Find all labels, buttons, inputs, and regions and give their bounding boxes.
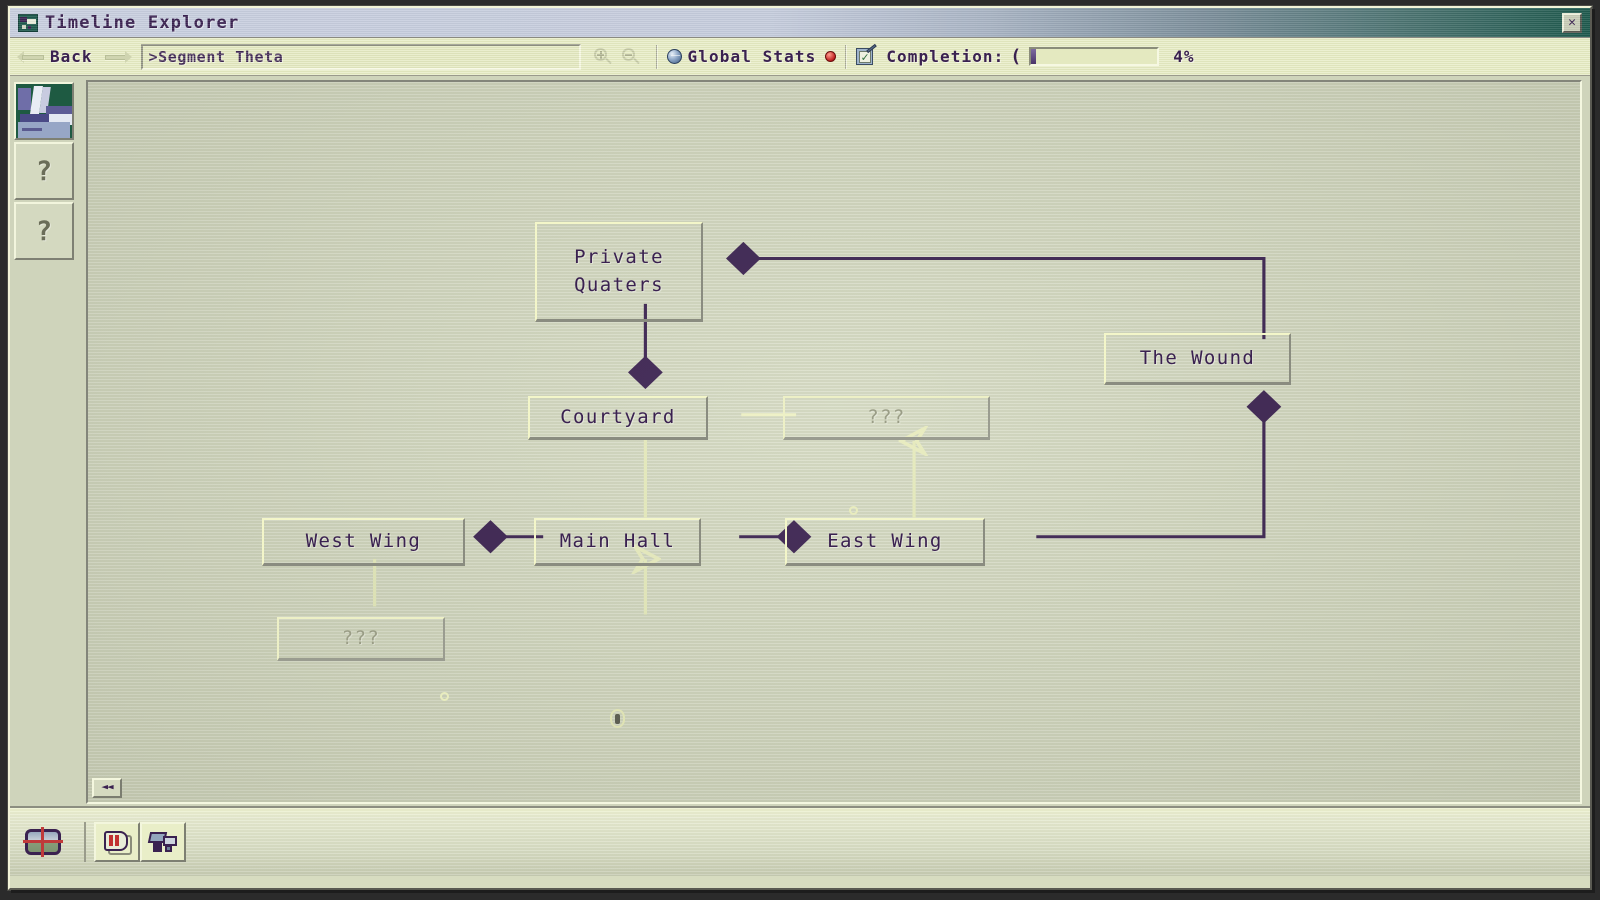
node-east-wing[interactable]: East Wing [785, 518, 985, 566]
global-stats-button[interactable]: Global Stats [666, 47, 837, 66]
completion-progress-bar [1029, 47, 1160, 66]
edge-east-wing-the-wound [1036, 390, 1282, 539]
node-private-quarters[interactable]: Private Quaters [535, 222, 703, 322]
back-button-label: Back [50, 47, 93, 66]
node-west-wing[interactable]: West Wing [262, 518, 465, 566]
map-globe-icon [23, 827, 63, 857]
status-badge [825, 51, 837, 62]
global-stats-label: Global Stats [687, 47, 817, 66]
graph-canvas: Courtyard --> The Wound (right and up) -… [88, 82, 1580, 802]
edge-private-quarters-the-wound [725, 241, 1266, 340]
thumbnail-sidebar: ? ? [14, 80, 80, 804]
clipboard-check-icon: ✓ [856, 43, 878, 66]
node-the-wound[interactable]: The Wound [1104, 333, 1291, 385]
thumbnail-unknown-2[interactable]: ? [14, 202, 74, 260]
lock-icon[interactable] [610, 709, 625, 728]
map-view-button[interactable] [20, 822, 66, 862]
locations-button[interactable] [140, 822, 186, 862]
status-bar-button-group [84, 822, 186, 862]
completion-label: Completion: [886, 47, 1005, 66]
thumbnail-unknown-1[interactable]: ? [14, 142, 74, 200]
node-unknown-top[interactable]: ??? [783, 396, 990, 440]
node-main-hall[interactable]: Main Hall [534, 518, 701, 566]
app-pixel-icon [18, 13, 38, 32]
completion-percent: 4% [1173, 47, 1195, 66]
map-pin-icon [147, 829, 179, 855]
magnifier-plus-icon[interactable] [591, 46, 615, 68]
journal-button[interactable] [94, 822, 140, 862]
toolbar-divider-2 [845, 44, 848, 69]
node-courtyard[interactable]: Courtyard [528, 396, 708, 440]
completion-progress-fill [1031, 49, 1037, 64]
arrow-left-icon [16, 49, 46, 65]
book-icon [102, 829, 132, 855]
forward-button[interactable] [103, 49, 133, 65]
graph-canvas-container[interactable]: Courtyard --> The Wound (right and up) -… [86, 80, 1582, 804]
window-body: ? ? Courtyard [10, 76, 1590, 806]
back-button[interactable]: Back [16, 47, 103, 66]
node-unknown-bottom[interactable]: ??? [277, 617, 445, 661]
graph-edges: Courtyard --> The Wound (right and up) -… [373, 241, 1282, 615]
globe-icon [666, 49, 682, 64]
status-bar [10, 806, 1590, 876]
toolbar: Back >Segment Theta Global Stats ✓ Compl… [10, 38, 1590, 76]
completion-indicator: ✓ Completion: ( 4% [856, 43, 1195, 67]
node-label-line-1: Private [574, 245, 664, 268]
thumbnail-discovered[interactable] [14, 82, 74, 140]
close-button[interactable]: ✕ [1562, 12, 1582, 33]
magnifier-minus-icon[interactable] [619, 46, 643, 68]
completion-paren: ( [1010, 46, 1022, 67]
title-bar[interactable]: Timeline Explorer ✕ [10, 8, 1590, 38]
path-input[interactable]: >Segment Theta [140, 43, 581, 70]
toolbar-divider-1 [655, 44, 658, 69]
node-label-line-2: Quaters [574, 273, 664, 296]
rewind-button[interactable]: ◄◄ [92, 778, 122, 798]
window-title: Timeline Explorer [45, 12, 240, 33]
app-window: Timeline Explorer ✕ Back >Segment Theta [8, 6, 1592, 890]
edge-terminator-courtyard-unknown [849, 506, 858, 515]
arrow-right-icon [103, 49, 133, 65]
edge-terminator-west-wing-unknown [440, 692, 449, 701]
thumbnail-artwork [16, 84, 72, 138]
